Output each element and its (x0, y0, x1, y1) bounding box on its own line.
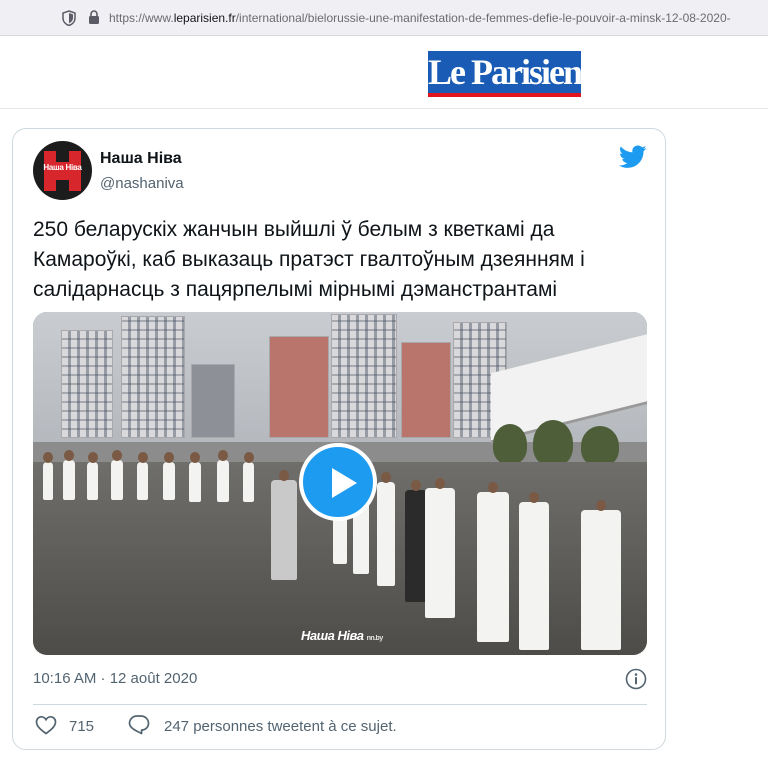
video-person (477, 482, 509, 642)
video-person (111, 450, 123, 500)
divider (33, 704, 647, 705)
video-person (163, 452, 175, 500)
video-person (217, 450, 229, 502)
video-watermark: Наша Ніва nn.by (301, 628, 383, 643)
reply-link[interactable]: 247 personnes tweetent à ce sujet. (164, 718, 397, 735)
video-person (137, 452, 148, 500)
video-person (519, 492, 549, 650)
embedded-tweet: Наша Ніва Наша Ніва @nashaniva 250 белар… (12, 128, 666, 750)
url-host: leparisien.fr (173, 11, 236, 25)
video-person (189, 452, 201, 502)
url-text[interactable]: https://www.leparisien.fr/international/… (109, 10, 768, 26)
tweet-timestamp[interactable]: 10:16 AM · 12 août 2020 (33, 670, 197, 687)
video-building (331, 314, 397, 438)
reply-icon[interactable] (128, 714, 150, 735)
video-person (243, 452, 254, 502)
shield-icon[interactable] (62, 10, 76, 26)
like-count[interactable]: 715 (69, 718, 94, 735)
video-building (191, 364, 235, 438)
avatar-text: Наша Ніва (43, 163, 82, 172)
video-person (63, 450, 75, 500)
tweet-text: 250 беларускіх жанчын выйшлі ў белым з к… (33, 218, 585, 301)
video-watermark-suffix: nn.by (366, 635, 384, 642)
info-icon[interactable] (625, 668, 647, 690)
author-handle[interactable]: @nashaniva (100, 175, 184, 192)
browser-address-bar[interactable]: https://www.leparisien.fr/international/… (0, 0, 768, 36)
video-building (401, 342, 451, 438)
url-prefix: https://www. (109, 11, 174, 25)
video-person (271, 470, 297, 580)
video-building (121, 316, 185, 438)
video-person (87, 452, 98, 500)
avatar[interactable]: Наша Ніва (33, 141, 92, 200)
play-icon[interactable] (299, 443, 377, 521)
url-path: /international/bielorussie-une-manifesta… (235, 11, 731, 25)
video-person (425, 478, 455, 618)
video-person (43, 452, 53, 500)
video-tree (493, 424, 527, 464)
author-display-name[interactable]: Наша Ніва (100, 150, 182, 168)
video-tree (533, 420, 573, 466)
video-person (581, 500, 621, 650)
video-building (269, 336, 329, 438)
site-header: Le Parisien (0, 37, 768, 109)
tweet-video[interactable]: Наша Ніва nn.by (33, 312, 647, 655)
video-person (405, 480, 427, 602)
video-person (377, 472, 395, 586)
video-tree (581, 426, 619, 466)
lock-icon[interactable] (88, 10, 100, 25)
le-parisien-logo[interactable]: Le Parisien (428, 51, 583, 97)
twitter-bird-icon[interactable] (619, 145, 647, 169)
video-watermark-text: Наша Ніва (301, 628, 364, 643)
video-building (61, 330, 113, 438)
heart-icon[interactable] (35, 715, 57, 735)
